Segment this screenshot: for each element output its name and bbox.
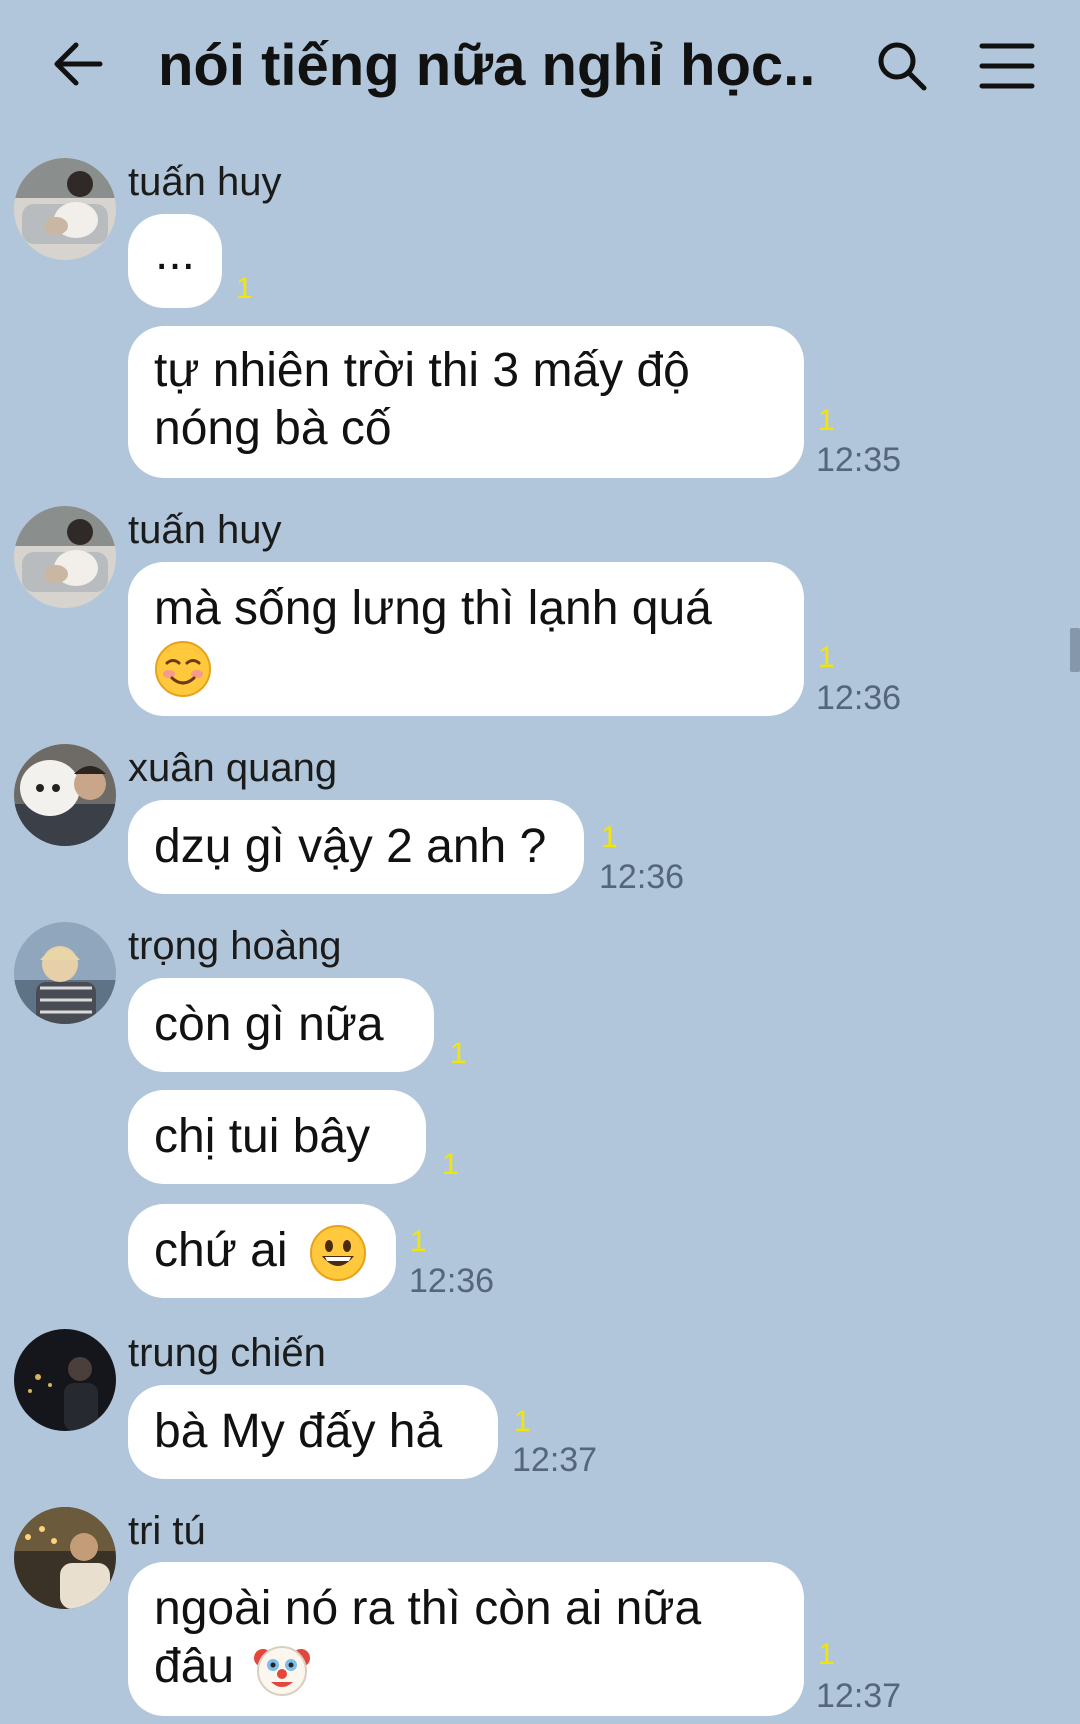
message-text-line-2-with-emoji: đâu bbox=[154, 1638, 778, 1698]
sender-name: tuấn huy bbox=[128, 160, 282, 204]
message-time: 12:35 bbox=[816, 441, 902, 479]
read-count: 1 bbox=[410, 1225, 427, 1258]
grinning-face-emoji-icon bbox=[309, 1225, 366, 1282]
message-time: 12:36 bbox=[409, 1262, 495, 1300]
read-count: 1 bbox=[601, 821, 618, 854]
message-text-line-1: tự nhiên trời thi 3 mấy độ bbox=[154, 344, 690, 397]
sender-name: trọng hoàng bbox=[128, 924, 342, 968]
arrow-left-icon bbox=[54, 42, 103, 86]
menu-button[interactable] bbox=[978, 40, 1036, 92]
message-bubble[interactable]: chị tui bây bbox=[128, 1090, 426, 1184]
message-time: 12:36 bbox=[816, 679, 902, 717]
search-icon bbox=[878, 42, 927, 91]
message-text: bà My đấy hả bbox=[154, 1405, 443, 1458]
avatar[interactable] bbox=[14, 506, 116, 608]
read-count: 1 bbox=[442, 1148, 459, 1181]
message-bubble[interactable]: còn gì nữa bbox=[128, 978, 434, 1072]
sender-name: tuấn huy bbox=[128, 508, 282, 552]
message-text-line-1: mà sống lưng thì lạnh quá bbox=[154, 582, 712, 635]
message-text-with-emoji: chứ ai bbox=[154, 1204, 370, 1298]
message-bubble[interactable]: ngoài nó ra thì còn ai nữa đâu bbox=[128, 1562, 804, 1716]
sender-name: trung chiến bbox=[128, 1331, 326, 1375]
sender-name: tri tú bbox=[128, 1509, 206, 1553]
message-text: còn gì nữa bbox=[154, 998, 384, 1051]
read-count: 1 bbox=[450, 1037, 467, 1070]
message-bubble[interactable]: dzụ gì vậy 2 anh ? bbox=[128, 800, 584, 894]
hamburger-menu-icon bbox=[979, 43, 1035, 89]
chat-title[interactable]: nói tiếng nữa nghỉ học... bbox=[158, 30, 818, 102]
message-bubble[interactable]: ... bbox=[128, 214, 222, 308]
read-count: 1 bbox=[818, 404, 835, 437]
read-count: 1 bbox=[818, 641, 835, 674]
back-button[interactable] bbox=[50, 36, 106, 92]
message-time: 12:36 bbox=[599, 858, 685, 896]
message-text: chị tui bây bbox=[154, 1110, 371, 1163]
avatar[interactable] bbox=[14, 158, 116, 260]
scrollbar-handle[interactable] bbox=[1070, 628, 1080, 672]
chat-header: nói tiếng nữa nghỉ học... bbox=[0, 0, 1080, 140]
message-emoji-line bbox=[154, 638, 778, 698]
message-text: chứ ai bbox=[154, 1224, 288, 1277]
avatar[interactable] bbox=[14, 1329, 116, 1431]
message-bubble[interactable]: bà My đấy hả bbox=[128, 1385, 498, 1479]
read-count: 1 bbox=[818, 1638, 835, 1671]
message-bubble[interactable]: chứ ai bbox=[128, 1204, 396, 1298]
avatar[interactable] bbox=[14, 922, 116, 1024]
sender-name: xuân quang bbox=[128, 746, 338, 790]
read-count: 1 bbox=[236, 272, 253, 305]
message-time: 12:37 bbox=[816, 1677, 902, 1715]
avatar[interactable] bbox=[14, 744, 116, 846]
avatar[interactable] bbox=[14, 1507, 116, 1609]
smiling-blush-emoji-icon bbox=[155, 641, 211, 698]
message-text-line-1: ngoài nó ra thì còn ai nữa bbox=[154, 1582, 702, 1635]
message-time: 12:37 bbox=[512, 1441, 598, 1479]
message-text-line-2: nóng bà cố bbox=[154, 402, 392, 455]
message-text-line-2: đâu bbox=[154, 1640, 235, 1693]
message-bubble[interactable]: tự nhiên trời thi 3 mấy độ nóng bà cố bbox=[128, 326, 804, 478]
message-text: dzụ gì vậy 2 anh ? bbox=[154, 820, 547, 873]
clown-face-emoji-icon bbox=[254, 1646, 311, 1697]
message-text: ... bbox=[154, 227, 195, 280]
message-bubble[interactable]: mà sống lưng thì lạnh quá bbox=[128, 562, 804, 716]
read-count: 1 bbox=[514, 1405, 531, 1438]
search-button[interactable] bbox=[874, 38, 930, 94]
